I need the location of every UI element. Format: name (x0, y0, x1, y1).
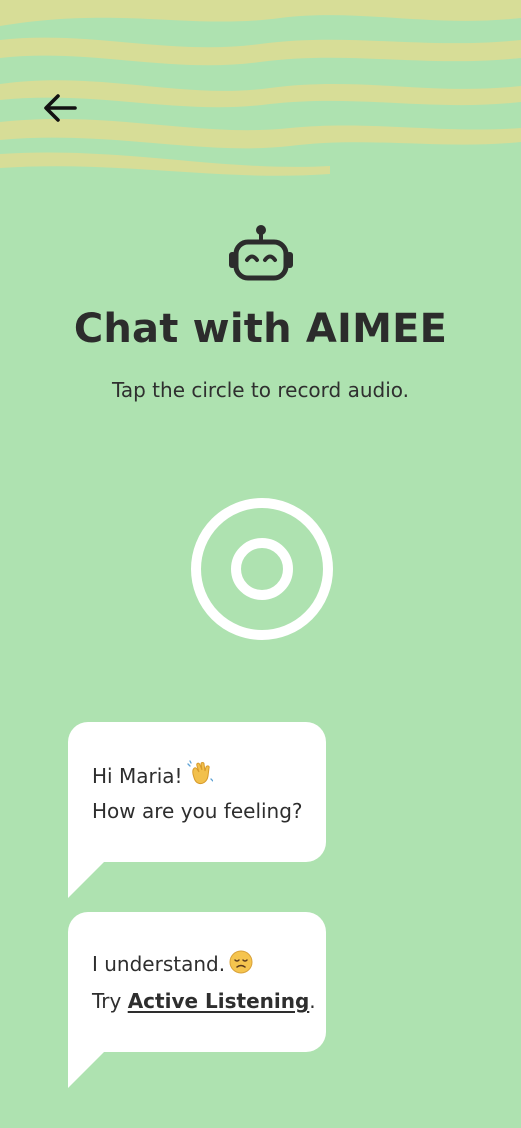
record-circle-icon (191, 498, 333, 640)
chat-bubble-tail (68, 1032, 124, 1088)
chat-bubble: Hi Maria! How are you feeling? (68, 722, 326, 898)
message-text: . (309, 989, 316, 1013)
robot-icon (229, 225, 293, 281)
record-button[interactable] (188, 495, 336, 643)
chat-bubble-body (68, 912, 326, 1052)
message-text: How are you feeling? (92, 799, 303, 823)
message-text: Try (92, 989, 122, 1013)
disappointed-face-emoji (229, 950, 253, 979)
back-button[interactable] (38, 86, 82, 130)
message-line: I understand. (92, 950, 253, 979)
chat-bubble: I understand. Try Active Listening. (68, 912, 326, 1088)
chat-bubble-body (68, 722, 326, 862)
message-text: Hi Maria! (92, 764, 183, 788)
active-listening-link[interactable]: Active Listening (128, 989, 310, 1013)
waving-hand-emoji (186, 760, 214, 791)
chat-bubble-tail (68, 842, 124, 898)
message-line: Hi Maria! (92, 760, 214, 791)
page-title: Chat with AIMEE (73, 306, 448, 352)
message-text: I understand. (92, 952, 226, 976)
arrow-left-icon (44, 94, 77, 122)
message-line: Try Active Listening. (92, 989, 316, 1013)
page-subtitle: Tap the circle to record audio. (111, 378, 410, 402)
